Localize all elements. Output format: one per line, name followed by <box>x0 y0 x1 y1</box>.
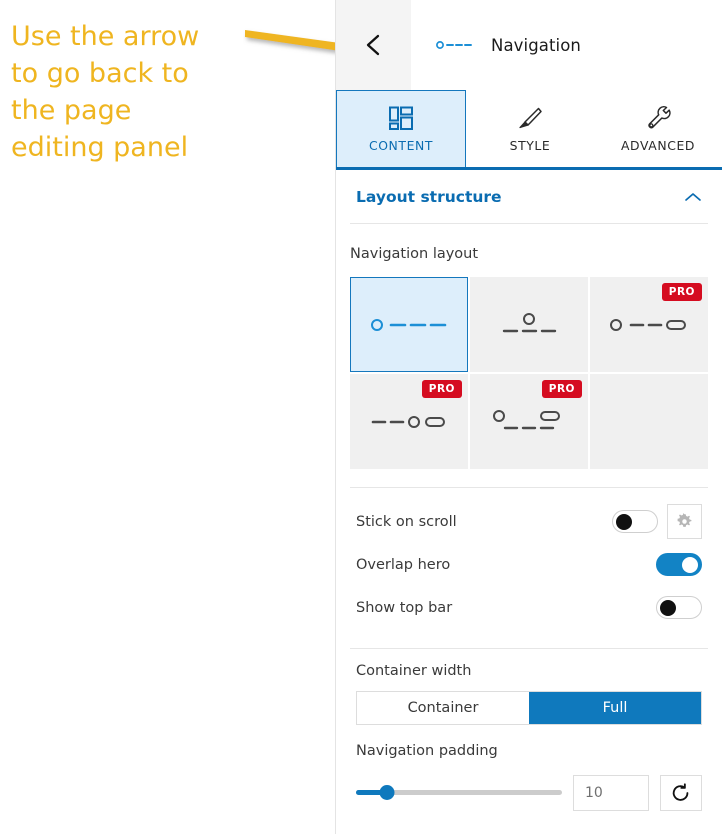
setting-controls <box>656 553 702 576</box>
tab-advanced[interactable]: ADVANCED <box>594 90 722 167</box>
tab-advanced-label: ADVANCED <box>620 137 696 153</box>
pro-badge: PRO <box>661 283 702 301</box>
segment-full[interactable]: Full <box>529 692 701 724</box>
page-title: Navigation <box>491 35 581 55</box>
navigation-layout-block: Navigation layout PRO PRO PRO <box>336 224 722 469</box>
setting-controls <box>656 596 702 619</box>
layout-option-empty-slot <box>590 374 708 469</box>
navigation-layout-icon <box>436 41 472 49</box>
layout-option-logo-left-menu-button-right[interactable]: PRO <box>590 277 708 372</box>
nav-logo-left-dashes-icon <box>371 318 447 331</box>
container-width-label: Container width <box>356 663 472 679</box>
toggle-stick-on-scroll[interactable] <box>612 510 658 533</box>
section-title: Layout structure <box>356 187 502 206</box>
tab-style-label: STYLE <box>509 137 551 153</box>
panel-title-group: Navigation <box>411 0 722 90</box>
stick-on-scroll-settings-button[interactable] <box>667 504 702 539</box>
layout-option-logo-center-menu-below[interactable] <box>470 277 588 372</box>
chevron-left-icon <box>366 34 379 56</box>
setting-row-overlap-hero: Overlap hero <box>356 543 702 586</box>
widget-settings-panel: Navigation CONTENT STYLE ADVANCED Layout… <box>335 0 722 834</box>
toggle-knob <box>616 514 632 530</box>
toggle-knob <box>682 557 698 573</box>
navigation-layout-label: Navigation layout <box>350 246 479 262</box>
container-width-block: Container width Container Full <box>336 649 722 725</box>
chevron-up-icon[interactable] <box>684 191 702 203</box>
pro-badge: PRO <box>421 380 462 398</box>
navigation-padding-block: Navigation padding <box>336 725 722 811</box>
setting-controls <box>612 504 702 539</box>
pro-badge: PRO <box>541 380 582 398</box>
segment-container[interactable]: Container <box>357 692 529 724</box>
nav-dashes-logo-button-icon <box>371 415 445 428</box>
tab-content[interactable]: CONTENT <box>336 90 466 167</box>
nav-logo-left-dashes-button-icon <box>610 318 686 331</box>
toggle-knob <box>660 600 676 616</box>
navigation-padding-input[interactable] <box>573 775 649 811</box>
setting-label: Overlap hero <box>356 556 451 573</box>
annotation-overlay: Use the arrow to go back to the page edi… <box>0 0 367 834</box>
navigation-layout-grid: PRO PRO PRO <box>350 277 708 469</box>
navigation-padding-reset-button[interactable] <box>660 775 702 811</box>
nav-logo-button-dashes-below-icon <box>493 409 560 429</box>
slider-thumb[interactable] <box>379 785 395 800</box>
navigation-padding-slider[interactable] <box>356 784 562 802</box>
layout-option-logo-left-menu-right[interactable] <box>350 277 468 372</box>
back-button[interactable] <box>336 0 411 90</box>
toggle-settings-block: Stick on scroll Overlap hero Show top ba… <box>336 488 722 635</box>
setting-label: Stick on scroll <box>356 513 457 530</box>
toggle-overlap-hero[interactable] <box>656 553 702 576</box>
tab-style[interactable]: STYLE <box>466 90 594 167</box>
layout-option-menu-left-logo-center-button[interactable]: PRO <box>350 374 468 469</box>
wrench-icon <box>648 105 671 128</box>
setting-label: Show top bar <box>356 599 453 616</box>
container-width-segmented-control: Container Full <box>356 691 702 725</box>
setting-row-show-top-bar: Show top bar <box>356 586 702 629</box>
navigation-padding-label: Navigation padding <box>356 743 498 759</box>
gear-icon <box>677 513 692 527</box>
settings-tabs: CONTENT STYLE ADVANCED <box>336 90 722 170</box>
tab-content-label: CONTENT <box>368 138 434 153</box>
navigation-padding-controls <box>356 775 702 811</box>
setting-row-stick-on-scroll: Stick on scroll <box>356 500 702 543</box>
paint-brush-icon <box>519 107 542 128</box>
toggle-show-top-bar[interactable] <box>656 596 702 619</box>
layout-option-logo-left-button-right-menu-below[interactable]: PRO <box>470 374 588 469</box>
section-layout-structure-header[interactable]: Layout structure <box>336 170 722 223</box>
nav-logo-center-dashes-below-icon <box>502 312 557 332</box>
panel-header: Navigation <box>336 0 722 90</box>
layout-grid-icon <box>389 106 413 130</box>
reset-ccw-icon <box>672 783 689 801</box>
